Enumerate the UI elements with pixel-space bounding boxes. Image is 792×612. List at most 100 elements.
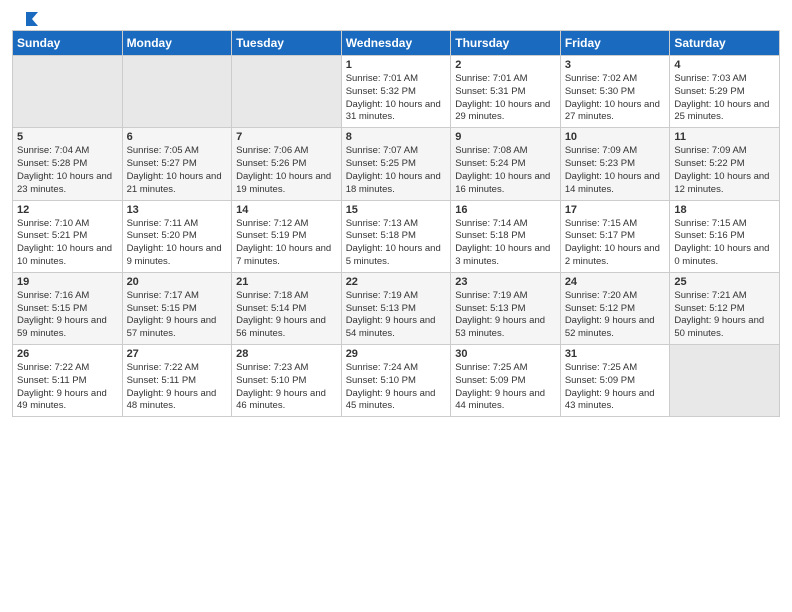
weekday-header-tuesday: Tuesday [232,31,342,56]
day-number: 1 [346,59,447,71]
day-cell: 2 Sunrise: 7:01 AMSunset: 5:31 PMDaylight… [451,56,561,128]
page: SundayMondayTuesdayWednesdayThursdayFrid… [0,0,792,612]
day-cell: 26Sunrise: 7:22 AMSunset: 5:11 PMDayligh… [13,345,123,417]
day-number: 31 [565,348,666,360]
day-number: 27 [127,348,228,360]
day-cell [13,56,123,128]
day-info: Sunrise: 7:13 AMSunset: 5:18 PMDaylight:… [346,218,447,269]
day-info: Sunrise: 7:11 AMSunset: 5:20 PMDaylight:… [127,218,228,269]
day-cell: 13 Sunrise: 7:11 AMSunset: 5:20 PMDayligh… [122,200,232,272]
day-number: 4 [674,59,775,71]
day-number: 7 [236,131,337,143]
day-cell: 7 Sunrise: 7:06 AMSunset: 5:26 PMDaylight… [232,128,342,200]
day-info: Sunrise: 7:22 AMSunset: 5:11 PMDaylight:… [17,362,118,413]
day-number: 14 [236,204,337,216]
day-info: Sunrise: 7:10 AMSunset: 5:21 PMDaylight:… [17,218,118,269]
day-cell: 18 Sunrise: 7:15 AMSunset: 5:16 PMDayligh… [670,200,780,272]
week-row-2: 5 Sunrise: 7:04 AMSunset: 5:28 PMDaylight… [13,128,780,200]
day-info: Sunrise: 7:22 AMSunset: 5:11 PMDaylight:… [127,362,228,413]
day-info: Sunrise: 7:19 AMSunset: 5:13 PMDaylight:… [455,290,556,341]
week-row-4: 19 Sunrise: 7:16 AMSunset: 5:15 PMDayligh… [13,272,780,344]
day-info: Sunrise: 7:17 AMSunset: 5:15 PMDaylight:… [127,290,228,341]
day-number: 29 [346,348,447,360]
weekday-header-saturday: Saturday [670,31,780,56]
weekday-header-wednesday: Wednesday [341,31,451,56]
day-cell: 19 Sunrise: 7:16 AMSunset: 5:15 PMDayligh… [13,272,123,344]
day-info: Sunrise: 7:09 AMSunset: 5:22 PMDaylight:… [674,145,775,196]
day-number: 11 [674,131,775,143]
day-cell: 23 Sunrise: 7:19 AMSunset: 5:13 PMDayligh… [451,272,561,344]
day-cell: 28 Sunrise: 7:23 AMSunset: 5:10 PMDayligh… [232,345,342,417]
day-cell: 29Sunrise: 7:24 AMSunset: 5:10 PMDayligh… [341,345,451,417]
day-info: Sunrise: 7:25 AMSunset: 5:09 PMDaylight:… [565,362,666,413]
day-info: Sunrise: 7:15 AMSunset: 5:16 PMDaylight:… [674,218,775,269]
calendar-table: SundayMondayTuesdayWednesdayThursdayFrid… [12,30,780,417]
day-number: 18 [674,204,775,216]
day-info: Sunrise: 7:16 AMSunset: 5:15 PMDaylight:… [17,290,118,341]
day-cell: 12 Sunrise: 7:10 AMSunset: 5:21 PMDayligh… [13,200,123,272]
day-info: Sunrise: 7:07 AMSunset: 5:25 PMDaylight:… [346,145,447,196]
day-info: Sunrise: 7:03 AMSunset: 5:29 PMDaylight:… [674,73,775,124]
day-number: 24 [565,276,666,288]
day-cell: 25 Sunrise: 7:21 AMSunset: 5:12 PMDayligh… [670,272,780,344]
day-info: Sunrise: 7:05 AMSunset: 5:27 PMDaylight:… [127,145,228,196]
day-number: 16 [455,204,556,216]
day-cell: 20Sunrise: 7:17 AMSunset: 5:15 PMDayligh… [122,272,232,344]
day-number: 8 [346,131,447,143]
day-info: Sunrise: 7:04 AMSunset: 5:28 PMDaylight:… [17,145,118,196]
day-cell: 5 Sunrise: 7:04 AMSunset: 5:28 PMDaylight… [13,128,123,200]
day-info: Sunrise: 7:08 AMSunset: 5:24 PMDaylight:… [455,145,556,196]
weekday-header-monday: Monday [122,31,232,56]
week-row-1: 1 Sunrise: 7:01 AMSunset: 5:32 PMDaylight… [13,56,780,128]
day-number: 3 [565,59,666,71]
day-number: 12 [17,204,118,216]
day-number: 19 [17,276,118,288]
day-cell: 21Sunrise: 7:18 AMSunset: 5:14 PMDayligh… [232,272,342,344]
day-cell: 24Sunrise: 7:20 AMSunset: 5:12 PMDayligh… [560,272,670,344]
day-cell [232,56,342,128]
day-info: Sunrise: 7:06 AMSunset: 5:26 PMDaylight:… [236,145,337,196]
day-info: Sunrise: 7:19 AMSunset: 5:13 PMDaylight:… [346,290,447,341]
day-info: Sunrise: 7:14 AMSunset: 5:18 PMDaylight:… [455,218,556,269]
day-cell: 11 Sunrise: 7:09 AMSunset: 5:22 PMDayligh… [670,128,780,200]
day-cell [122,56,232,128]
day-number: 17 [565,204,666,216]
day-cell: 30 Sunrise: 7:25 AMSunset: 5:09 PMDayligh… [451,345,561,417]
day-cell: 8 Sunrise: 7:07 AMSunset: 5:25 PMDaylight… [341,128,451,200]
weekday-header-friday: Friday [560,31,670,56]
day-number: 13 [127,204,228,216]
weekday-header-row: SundayMondayTuesdayWednesdayThursdayFrid… [13,31,780,56]
logo-flag-icon [14,10,38,28]
day-cell [670,345,780,417]
day-cell: 17 Sunrise: 7:15 AMSunset: 5:17 PMDayligh… [560,200,670,272]
day-number: 25 [674,276,775,288]
day-cell: 10Sunrise: 7:09 AMSunset: 5:23 PMDayligh… [560,128,670,200]
day-cell: 14 Sunrise: 7:12 AMSunset: 5:19 PMDayligh… [232,200,342,272]
day-number: 28 [236,348,337,360]
day-info: Sunrise: 7:23 AMSunset: 5:10 PMDaylight:… [236,362,337,413]
day-info: Sunrise: 7:09 AMSunset: 5:23 PMDaylight:… [565,145,666,196]
day-info: Sunrise: 7:18 AMSunset: 5:14 PMDaylight:… [236,290,337,341]
day-info: Sunrise: 7:21 AMSunset: 5:12 PMDaylight:… [674,290,775,341]
day-info: Sunrise: 7:01 AMSunset: 5:31 PMDaylight:… [455,73,556,124]
day-info: Sunrise: 7:01 AMSunset: 5:32 PMDaylight:… [346,73,447,124]
day-info: Sunrise: 7:25 AMSunset: 5:09 PMDaylight:… [455,362,556,413]
day-number: 23 [455,276,556,288]
day-number: 5 [17,131,118,143]
day-number: 22 [346,276,447,288]
week-row-5: 26Sunrise: 7:22 AMSunset: 5:11 PMDayligh… [13,345,780,417]
day-number: 6 [127,131,228,143]
day-info: Sunrise: 7:15 AMSunset: 5:17 PMDaylight:… [565,218,666,269]
week-row-3: 12 Sunrise: 7:10 AMSunset: 5:21 PMDayligh… [13,200,780,272]
weekday-header-thursday: Thursday [451,31,561,56]
day-number: 2 [455,59,556,71]
day-cell: 4 Sunrise: 7:03 AMSunset: 5:29 PMDaylight… [670,56,780,128]
header [12,10,780,24]
weekday-header-sunday: Sunday [13,31,123,56]
day-number: 9 [455,131,556,143]
day-cell: 31 Sunrise: 7:25 AMSunset: 5:09 PMDayligh… [560,345,670,417]
day-number: 30 [455,348,556,360]
day-cell: 9 Sunrise: 7:08 AMSunset: 5:24 PMDaylight… [451,128,561,200]
day-info: Sunrise: 7:12 AMSunset: 5:19 PMDaylight:… [236,218,337,269]
day-cell: 15Sunrise: 7:13 AMSunset: 5:18 PMDayligh… [341,200,451,272]
